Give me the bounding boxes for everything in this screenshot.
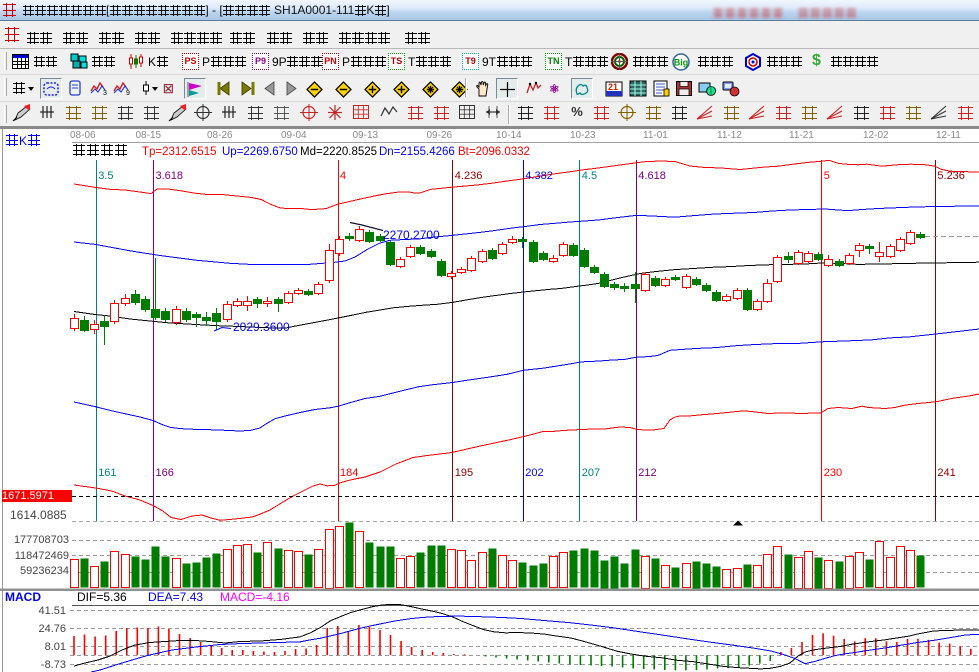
svg-text:⚛: ⚛ xyxy=(549,82,560,96)
svg-text:21: 21 xyxy=(608,82,618,92)
svg-text:Big: Big xyxy=(674,58,689,68)
svg-text:9: 9 xyxy=(126,90,130,96)
svg-text:☒: ☒ xyxy=(163,82,174,96)
svg-text:3: 3 xyxy=(103,90,107,96)
